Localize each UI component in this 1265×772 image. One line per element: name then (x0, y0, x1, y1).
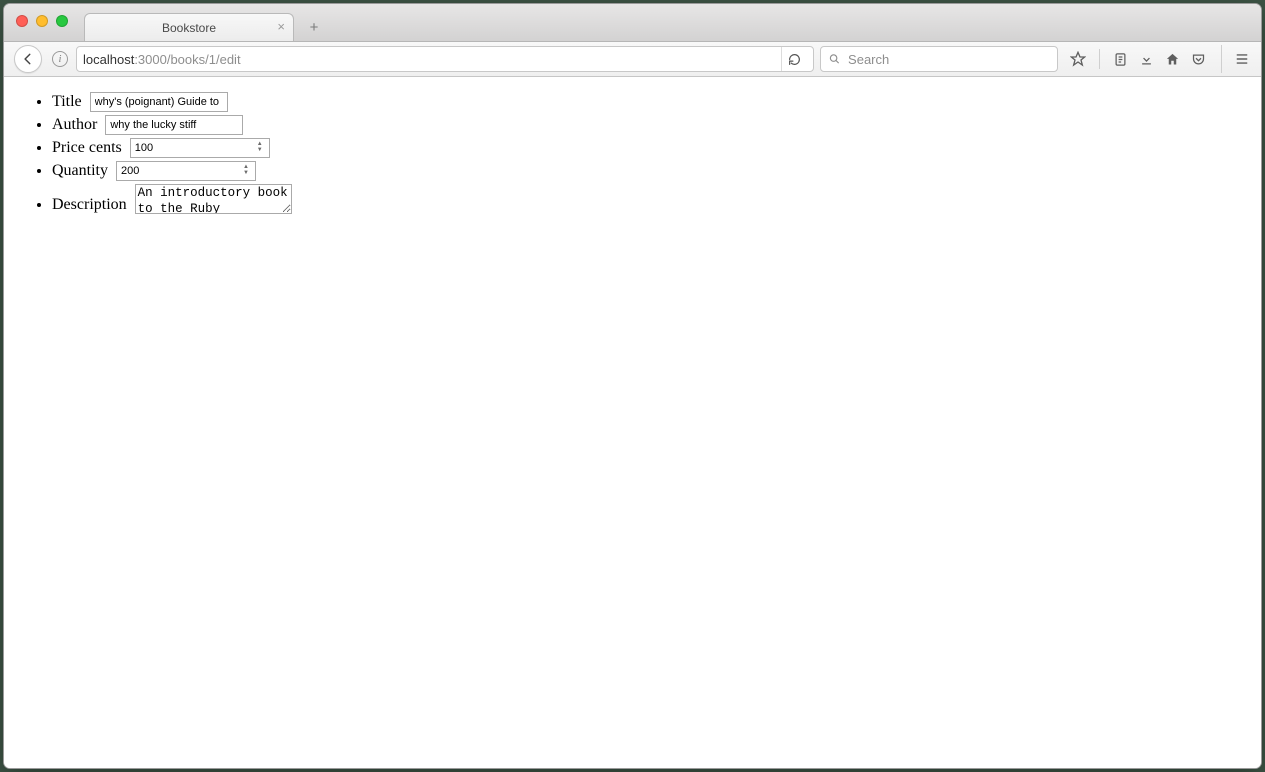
author-input[interactable] (105, 115, 243, 135)
title-input[interactable] (90, 92, 228, 112)
home-icon[interactable] (1165, 52, 1180, 67)
field-author: Author (52, 115, 1253, 135)
browser-window: Bookstore × + i localhost:3000/books/1/e… (3, 3, 1262, 769)
minimize-window-button[interactable] (36, 15, 48, 27)
quantity-input[interactable] (116, 161, 256, 181)
zoom-window-button[interactable] (56, 15, 68, 27)
url-bar[interactable]: localhost:3000/books/1/edit (76, 46, 814, 72)
reading-list-icon[interactable] (1113, 52, 1128, 67)
toolbar: i localhost:3000/books/1/edit (4, 42, 1261, 77)
field-description: Description (52, 184, 1253, 214)
bookmark-star-icon[interactable] (1070, 51, 1086, 67)
description-input[interactable] (135, 184, 292, 214)
toolbar-divider (1099, 49, 1100, 69)
titlebar: Bookstore × + (4, 4, 1261, 42)
tabstrip: Bookstore × + (84, 4, 328, 41)
reload-icon (788, 53, 801, 66)
search-icon (829, 53, 840, 65)
url-host: localhost (83, 52, 134, 67)
reload-button[interactable] (781, 47, 807, 71)
site-info-icon[interactable]: i (52, 51, 68, 67)
form-list: Title Author Price cents ▲▼ Quantity ▲▼ (12, 92, 1253, 214)
author-label: Author (52, 116, 97, 133)
pocket-icon[interactable] (1191, 52, 1206, 67)
hamburger-icon (1234, 52, 1250, 66)
price-cents-input[interactable] (130, 138, 270, 158)
description-label: Description (52, 196, 127, 213)
new-tab-button[interactable]: + (300, 16, 328, 38)
url-path: :3000/books/1/edit (134, 52, 240, 67)
price-cents-label: Price cents (52, 139, 122, 156)
menu-button[interactable] (1221, 45, 1251, 73)
field-title: Title (52, 92, 1253, 112)
page-content: Title Author Price cents ▲▼ Quantity ▲▼ (4, 77, 1261, 768)
search-bar[interactable] (820, 46, 1058, 72)
back-arrow-icon (21, 52, 35, 66)
window-controls (16, 15, 68, 27)
field-price-cents: Price cents ▲▼ (52, 138, 1253, 158)
title-label: Title (52, 93, 82, 110)
back-button[interactable] (14, 45, 42, 73)
search-input[interactable] (846, 51, 1049, 68)
tab-bookstore[interactable]: Bookstore × (84, 13, 294, 41)
field-quantity: Quantity ▲▼ (52, 161, 1253, 181)
close-window-button[interactable] (16, 15, 28, 27)
close-tab-icon[interactable]: × (277, 20, 285, 33)
toolbar-icons (1070, 45, 1251, 73)
tab-title: Bookstore (162, 21, 216, 35)
downloads-icon[interactable] (1139, 52, 1154, 67)
url-text: localhost:3000/books/1/edit (77, 52, 781, 67)
quantity-label: Quantity (52, 162, 108, 179)
